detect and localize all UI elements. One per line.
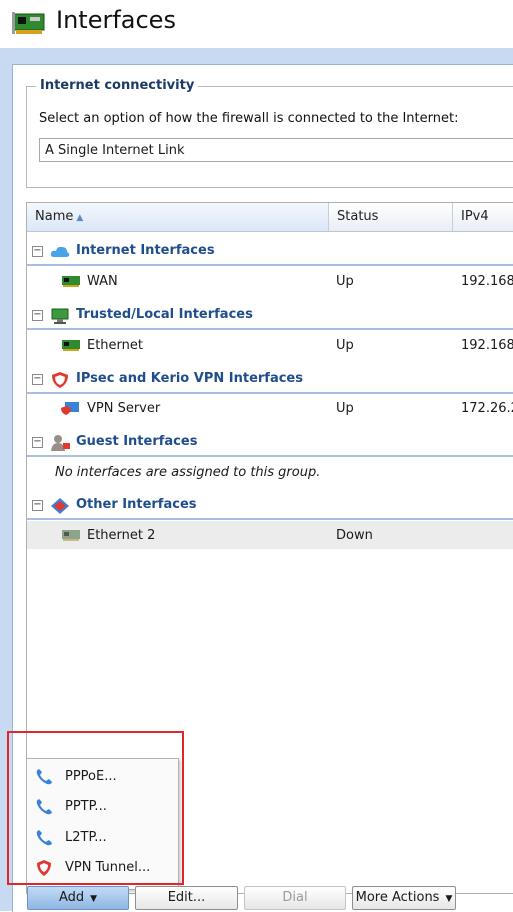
group-label: Guest Interfaces [76,434,198,449]
group-label: Internet Interfaces [76,243,215,258]
group-guest-interfaces[interactable]: − Guest Interfaces [27,429,513,457]
column-header-name[interactable]: Name ▲ [27,203,329,231]
group-other-interfaces[interactable]: − Other Interfaces [27,492,513,520]
network-card-icon [62,530,80,541]
group-label: IPsec and Kerio VPN Interfaces [76,371,303,386]
empty-group-message: No interfaces are assigned to this group… [55,465,321,480]
interface-ipv4: 172.26.2 [461,401,513,416]
more-actions-label: More Actions [355,890,440,905]
group-vpn-interfaces[interactable]: − IPsec and Kerio VPN Interfaces [27,366,513,394]
connectivity-legend: Internet connectivity [36,78,199,93]
vpn-server-icon [61,402,79,415]
column-name-label: Name [35,209,74,224]
table-row[interactable]: Ethernet Up 192.168. [27,331,513,359]
network-card-icon [62,340,80,351]
guest-user-icon [51,435,70,451]
network-card-icon [62,276,80,287]
diamond-icon [51,498,69,514]
table-row[interactable]: VPN Server Up 172.26.2 [27,394,513,422]
collapse-icon[interactable]: − [32,246,43,257]
edit-button[interactable]: Edit... [135,886,238,910]
interface-status: Up [336,274,354,289]
cloud-icon [50,246,70,257]
network-icon [51,308,69,324]
add-button[interactable]: Add ▼ [27,886,129,910]
connectivity-description: Select an option of how the firewall is … [39,111,459,126]
interface-ipv4: 192.168. [461,338,513,353]
column-header-ipv4[interactable]: IPv4 [453,203,513,231]
network-card-icon [12,12,45,34]
interface-status: Down [336,528,373,543]
collapse-icon[interactable]: − [32,374,43,385]
table-row[interactable]: Ethernet 2 Down [27,521,513,549]
more-actions-button[interactable]: More Actions ▼ [352,886,456,910]
grid-header: Name ▲ Status IPv4 [27,203,513,232]
dial-button[interactable]: Dial [244,886,346,910]
interface-name: Ethernet 2 [87,528,156,543]
interface-name: WAN [87,274,118,289]
annotation-highlight-box [7,731,184,885]
group-label: Trusted/Local Interfaces [76,307,253,322]
connectivity-select[interactable]: A Single Internet Link [39,138,513,162]
collapse-icon[interactable]: − [32,500,43,511]
shield-icon [52,372,68,388]
interface-name: Ethernet [87,338,143,353]
empty-group-row: No interfaces are assigned to this group… [27,458,513,486]
interface-ipv4: 192.168. [461,274,513,289]
group-label: Other Interfaces [76,497,197,512]
collapse-icon[interactable]: − [32,437,43,448]
interface-status: Up [336,401,354,416]
add-button-label: Add [58,890,85,905]
sort-ascending-icon: ▲ [76,213,84,223]
connectivity-fieldset [26,86,513,188]
interface-name: VPN Server [87,401,161,416]
group-internet-interfaces[interactable]: − Internet Interfaces [27,238,513,266]
chevron-down-icon: ▼ [445,894,453,904]
group-trusted-local-interfaces[interactable]: − Trusted/Local Interfaces [27,302,513,330]
chevron-down-icon: ▼ [90,894,98,904]
column-header-status[interactable]: Status [329,203,453,231]
page-title: Interfaces [56,6,176,34]
collapse-icon[interactable]: − [32,310,43,321]
table-row[interactable]: WAN Up 192.168. [27,267,513,295]
interface-status: Up [336,338,354,353]
